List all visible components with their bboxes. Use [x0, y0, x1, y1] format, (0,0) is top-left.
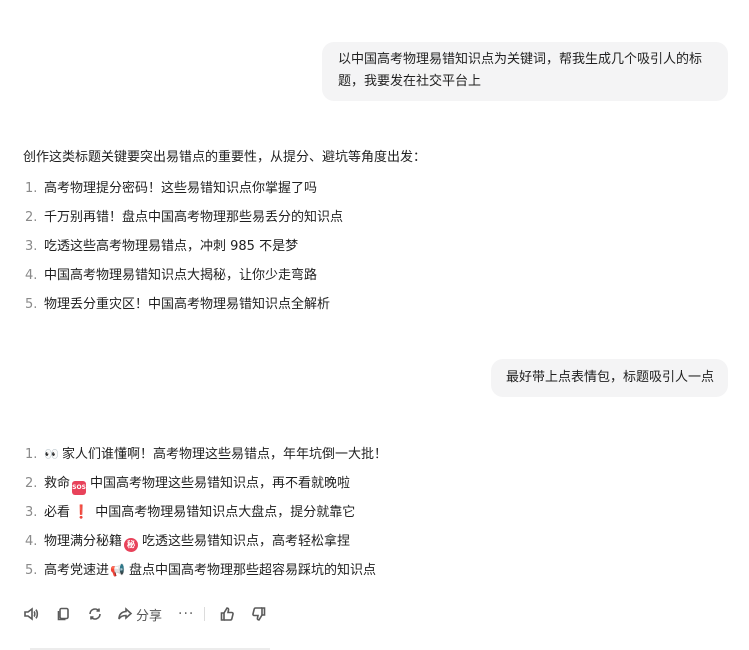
exclamation-emoji-icon: ❗ — [73, 505, 90, 520]
list-item-text: 物理丢分重灾区！中国高考物理易错知识点全解析 — [44, 297, 331, 312]
thumbs-up-icon[interactable] — [219, 603, 235, 625]
share-button[interactable]: 分享 — [117, 603, 162, 625]
assistant-answer-1: 创作这类标题关键要突出易错点的重要性，从提分、避坑等角度出发： 1. 高考物理提分… — [23, 146, 723, 319]
megaphone-emoji-icon: 📢 — [110, 563, 125, 577]
list-item: 4. 中国高考物理易错知识点大揭秘，让你少走弯路 — [23, 261, 723, 290]
list-item-text: 千万别再错！盘点中国高考物理那些易丢分的知识点 — [44, 210, 344, 225]
list-item-text: 盘点中国高考物理那些超容易踩坑的知识点 — [128, 563, 376, 578]
list-number: 5. — [25, 297, 38, 312]
sos-emoji-icon: SOS — [72, 481, 87, 495]
list-number: 4. — [25, 534, 38, 549]
list-item: 2. 千万别再错！盘点中国高考物理那些易丢分的知识点 — [23, 203, 723, 232]
list-item: 5. 高考党速进📢 盘点中国高考物理那些超容易踩坑的知识点 — [23, 556, 723, 585]
speaker-icon[interactable] — [23, 603, 39, 625]
more-icon[interactable]: ··· — [178, 603, 194, 625]
eyes-emoji-icon: 👀 — [44, 447, 59, 461]
assistant-answer-2: 1. 👀 家人们谁懂啊！高考物理这些易错点，年年坑倒一大批！ 2. 救命 SOS 中国高考… — [23, 440, 723, 585]
list-number: 1. — [25, 181, 38, 196]
list-item-text: 家人们谁懂啊！高考物理这些易错点，年年坑倒一大批！ — [61, 447, 387, 462]
chat-page: 以中国高考物理易错知识点为关键词，帮我生成几个吸引人的标题，我要发在社交平台上 … — [0, 0, 749, 650]
list-item: 1. 高考物理提分密码！这些易错知识点你掌握了吗 — [23, 174, 723, 203]
list-item-text: 中国高考物理易错知识点大盘点，提分就靠它 — [95, 505, 356, 520]
refresh-icon[interactable] — [87, 603, 103, 625]
list-item-text: 中国高考物理易错知识点大揭秘，让你少走弯路 — [44, 268, 318, 283]
list-number: 1. — [25, 447, 38, 462]
list-number: 2. — [25, 476, 38, 491]
list-item-prefix: 物理满分秘籍 — [44, 534, 123, 549]
user-message-2-text: 最好带上点表情包，标题吸引人一点 — [505, 370, 714, 385]
list-item-prefix: 高考党速进 — [44, 563, 110, 578]
list-item: 2. 救命 SOS 中国高考物理这些易错知识点，再不看就晚啦 — [23, 469, 723, 498]
list-item: 1. 👀 家人们谁懂啊！高考物理这些易错点，年年坑倒一大批！ — [23, 440, 723, 469]
list-number: 3. — [25, 239, 38, 254]
list-number: 2. — [25, 210, 38, 225]
user-message-1: 以中国高考物理易错知识点为关键词，帮我生成几个吸引人的标题，我要发在社交平台上 — [322, 42, 728, 101]
answer-1-list: 1. 高考物理提分密码！这些易错知识点你掌握了吗 2. 千万别再错！盘点中国高考物理… — [23, 174, 723, 319]
list-item-text: 中国高考物理这些易错知识点，再不看就晚啦 — [90, 476, 351, 491]
share-icon — [118, 607, 133, 620]
list-item: 3. 吃透这些高考物理易错点，冲刺 985 不是梦 — [23, 232, 723, 261]
list-number: 5. — [25, 563, 38, 578]
user-message-2: 最好带上点表情包，标题吸引人一点 — [490, 359, 728, 397]
thumbs-down-icon[interactable] — [251, 603, 267, 625]
share-label: 分享 — [136, 608, 163, 624]
answer-2-list: 1. 👀 家人们谁懂啊！高考物理这些易错点，年年坑倒一大批！ 2. 救命 SOS 中国高考… — [23, 440, 723, 585]
message-toolbar: 分享 ··· — [23, 603, 267, 625]
user-message-1-text: 以中国高考物理易错知识点为关键词，帮我生成几个吸引人的标题，我要发在社交平台上 — [338, 52, 703, 89]
answer-1-intro: 创作这类标题关键要突出易错点的重要性，从提分、避坑等角度出发： — [23, 150, 427, 165]
secret-emoji-icon: 秘 — [124, 538, 139, 552]
list-item-text: 高考物理提分密码！这些易错知识点你掌握了吗 — [44, 181, 318, 196]
list-number: 3. — [25, 505, 38, 520]
list-item: 5. 物理丢分重灾区！中国高考物理易错知识点全解析 — [23, 290, 723, 319]
list-number: 4. — [25, 268, 38, 283]
list-item: 4. 物理满分秘籍秘吃透这些易错知识点，高考轻松拿捏 — [23, 527, 723, 556]
list-item: 3. 必看 ❗ 中国高考物理易错知识点大盘点，提分就靠它 — [23, 498, 723, 527]
toolbar-divider — [204, 607, 206, 621]
list-item-text: 吃透这些易错知识点，高考轻松拿捏 — [142, 534, 351, 549]
copy-icon[interactable] — [55, 603, 71, 625]
list-item-prefix: 救命 — [44, 476, 71, 491]
list-item-prefix: 必看 — [44, 505, 71, 520]
list-item-text: 吃透这些高考物理易错点，冲刺 985 不是梦 — [44, 239, 299, 254]
